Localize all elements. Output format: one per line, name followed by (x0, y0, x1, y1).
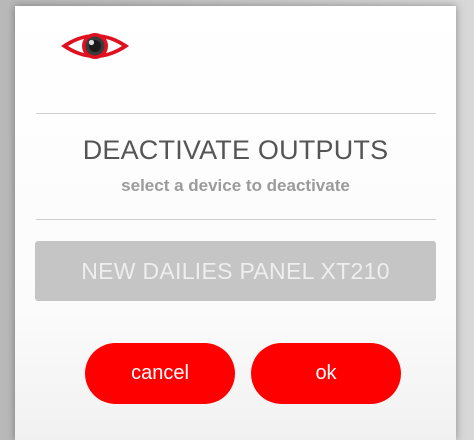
dialog-subtitle: select a device to deactivate (121, 176, 350, 195)
divider-top (36, 113, 436, 114)
cancel-button[interactable]: cancel (85, 343, 235, 404)
divider-bottom (36, 219, 436, 220)
background-overlay: DEACTIVATE OUTPUTS select a device to de… (0, 0, 474, 440)
device-option-new-dailies-panel[interactable]: NEW DAILIES PANEL XT210 (35, 241, 436, 301)
ok-button[interactable]: ok (251, 343, 401, 404)
dialog-title: DEACTIVATE OUTPUTS (82, 135, 389, 165)
eye-icon (61, 33, 129, 59)
deactivate-outputs-dialog: DEACTIVATE OUTPUTS select a device to de… (15, 6, 456, 440)
